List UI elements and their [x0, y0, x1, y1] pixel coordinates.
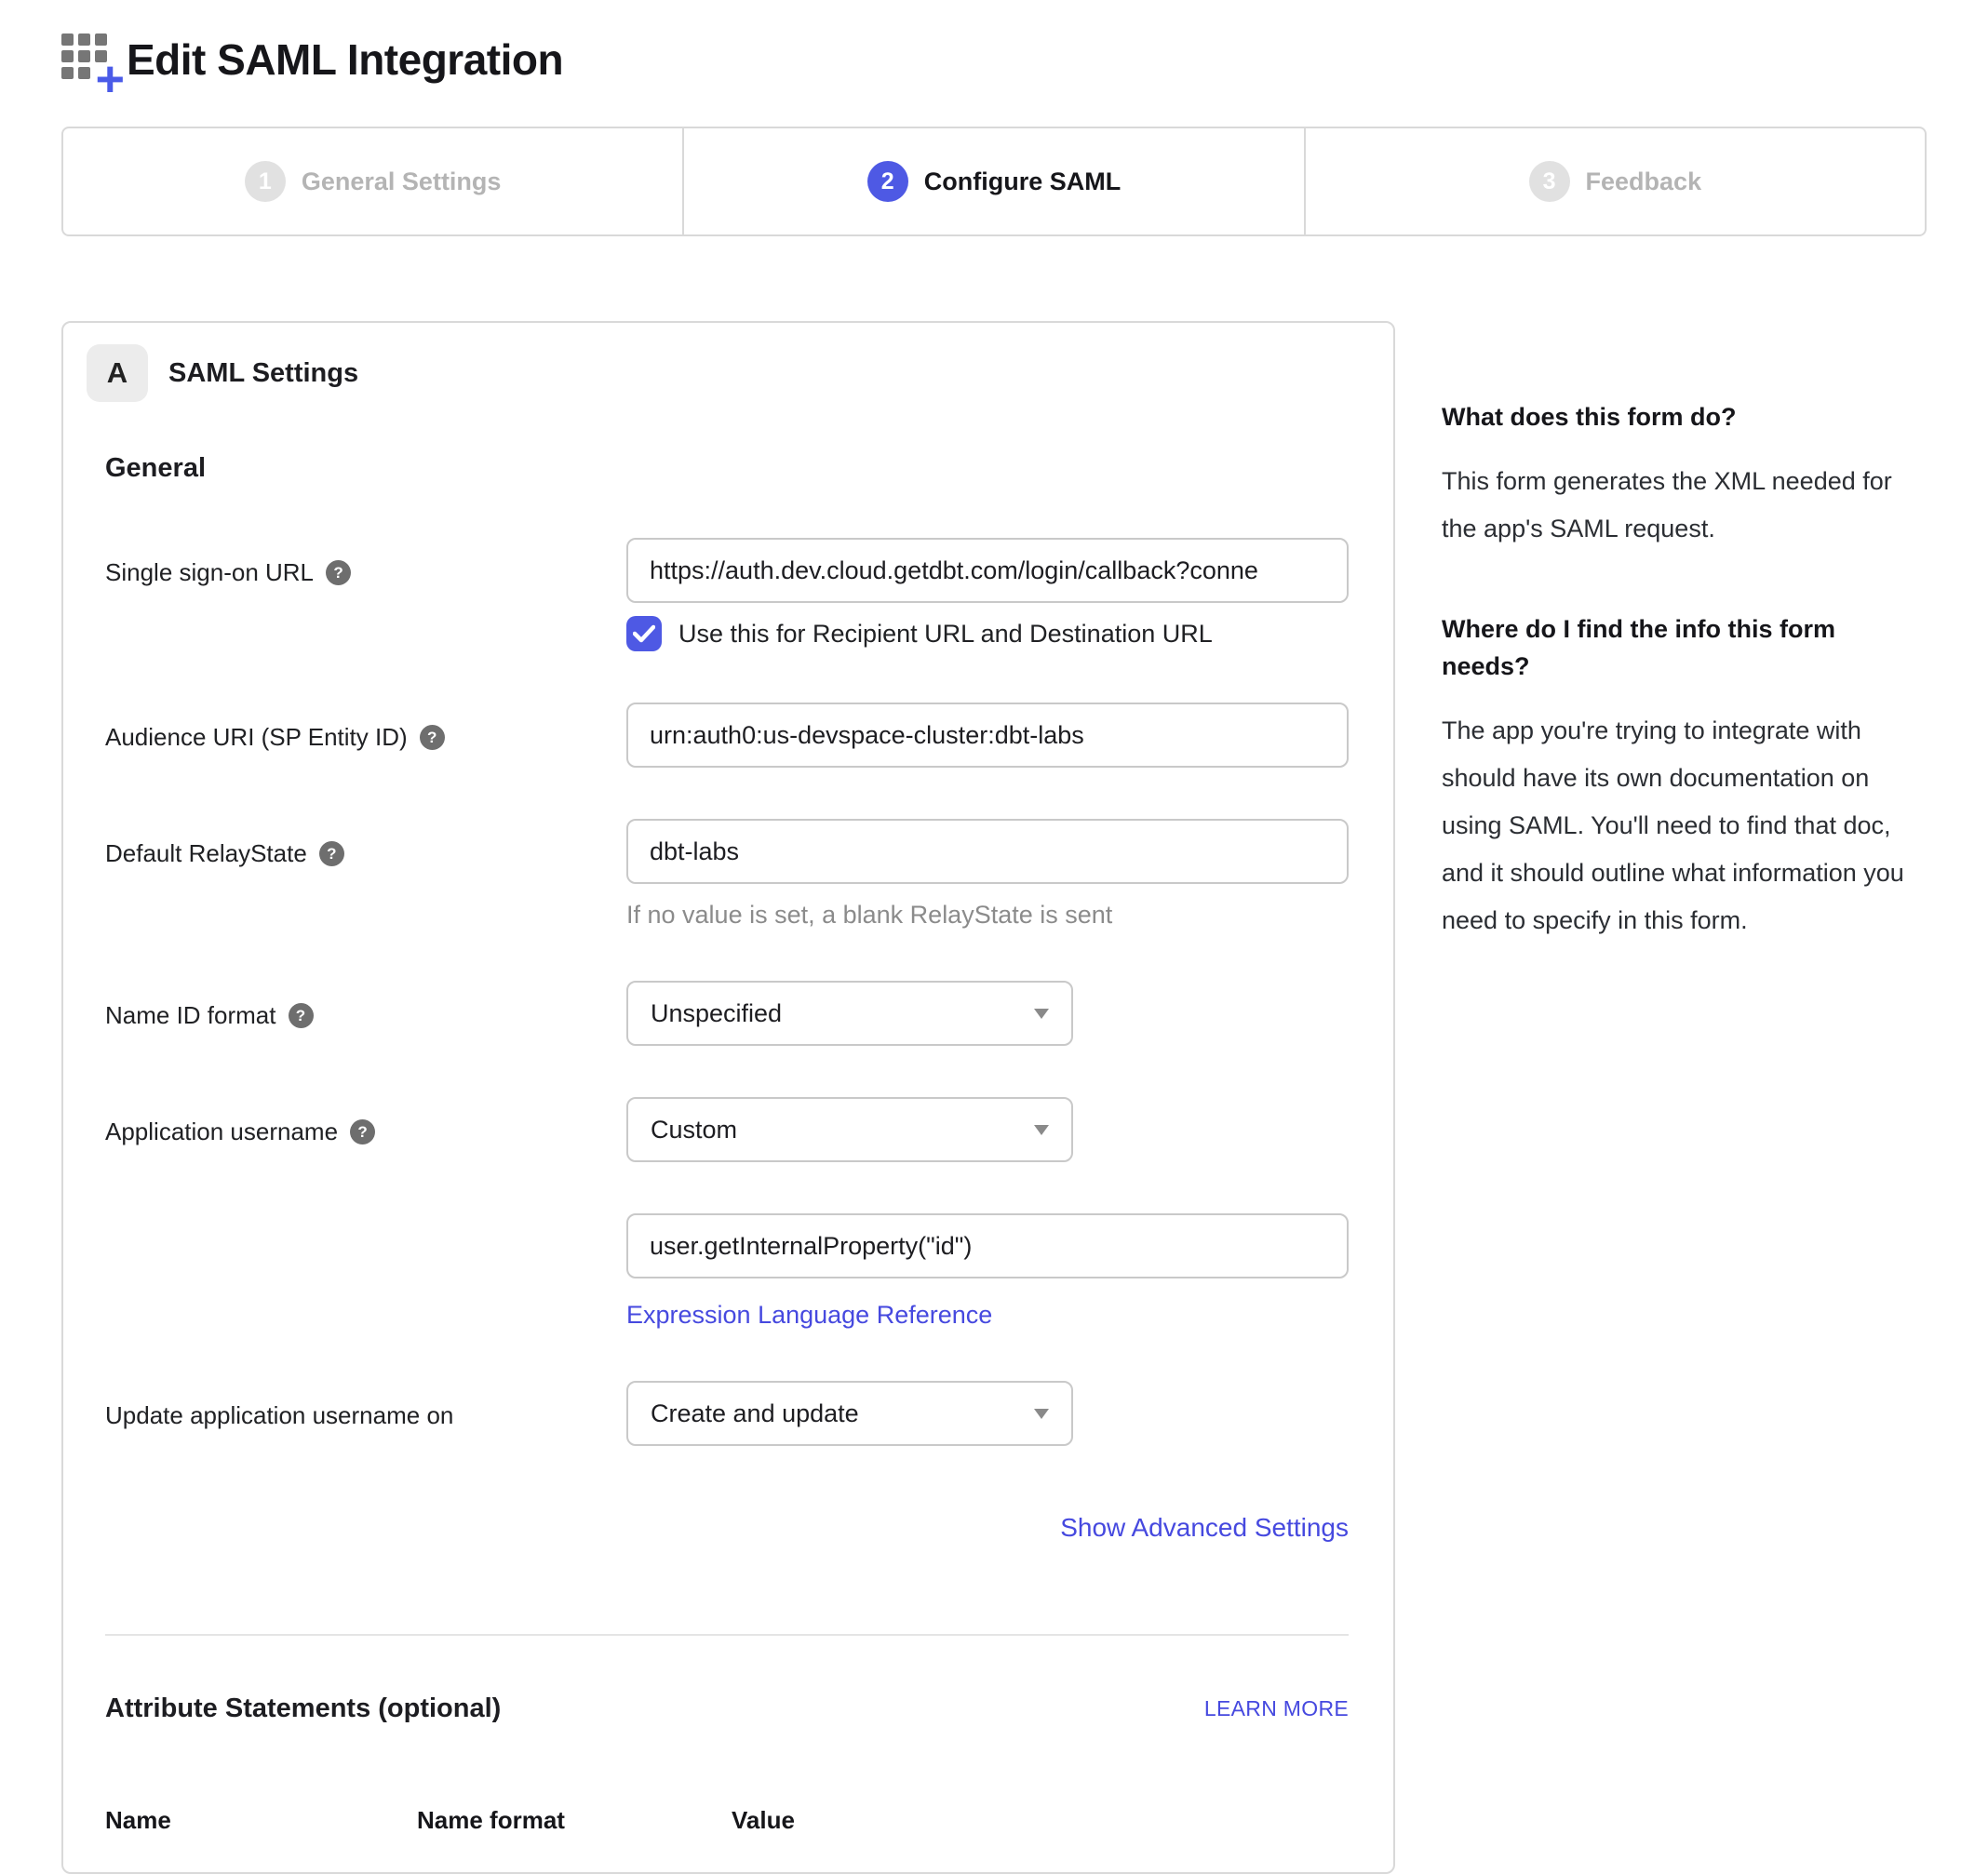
selected-value: Create and update — [651, 1399, 859, 1428]
chevron-down-icon — [1034, 1125, 1049, 1135]
help-sidebar: What does this form do? This form genera… — [1442, 321, 1926, 1002]
field-row-name-id-format: Name ID format ? Unspecified — [105, 981, 1349, 1046]
attribute-statements-title: Attribute Statements (optional) — [105, 1693, 501, 1724]
field-row-default-relaystate: Default RelayState ? dbt-labs If no valu… — [105, 819, 1349, 930]
application-username-select[interactable]: Custom — [626, 1097, 1073, 1162]
attribute-table-header: Name Name format Value — [105, 1806, 1349, 1835]
checkmark-icon — [633, 624, 655, 643]
recipient-url-checkbox-row: Use this for Recipient URL and Destinati… — [626, 616, 1349, 651]
page: + Edit SAML Integration 1 General Settin… — [0, 0, 1988, 1874]
update-app-username-select[interactable]: Create and update — [626, 1381, 1073, 1446]
sidebar-heading: Where do I find the info this form needs… — [1442, 610, 1926, 685]
name-id-format-select[interactable]: Unspecified — [626, 981, 1073, 1046]
audience-uri-input[interactable]: urn:auth0:us-devspace-cluster:dbt-labs — [626, 703, 1349, 768]
chevron-down-icon — [1034, 1009, 1049, 1019]
general-section-title: General — [105, 453, 1349, 484]
section-divider — [105, 1634, 1349, 1636]
expression-language-reference-link[interactable]: Expression Language Reference — [626, 1301, 992, 1330]
card-header: A SAML Settings — [87, 344, 1349, 402]
saml-settings-card: A SAML Settings General Single sign-on U… — [61, 321, 1395, 1874]
step-number-badge: 1 — [245, 161, 286, 202]
step-number-badge: 2 — [867, 161, 908, 202]
learn-more-link[interactable]: LEARN MORE — [1204, 1696, 1349, 1721]
sidebar-paragraph: This form generates the XML needed for t… — [1442, 458, 1926, 553]
checkbox-label[interactable]: Use this for Recipient URL and Destinati… — [678, 620, 1213, 649]
field-label: Update application username on — [105, 1381, 626, 1446]
show-advanced-settings-link[interactable]: Show Advanced Settings — [1060, 1513, 1349, 1542]
selected-value: Custom — [651, 1116, 737, 1144]
app-grid-plus-icon: + — [61, 33, 117, 91]
field-row-update-app-username: Update application username on Create an… — [105, 1381, 1349, 1446]
field-label: Audience URI (SP Entity ID) ? — [105, 703, 626, 768]
field-row-custom-expression: user.getInternalProperty("id") Expressio… — [105, 1213, 1349, 1330]
default-relaystate-input[interactable]: dbt-labs — [626, 819, 1349, 884]
field-row-application-username: Application username ? Custom — [105, 1097, 1349, 1162]
wizard-step-configure-saml[interactable]: 2 Configure SAML — [682, 128, 1303, 234]
sso-url-input[interactable]: https://auth.dev.cloud.getdbt.com/login/… — [626, 538, 1349, 603]
step-wizard: 1 General Settings 2 Configure SAML 3 Fe… — [61, 127, 1927, 236]
wizard-step-general-settings[interactable]: 1 General Settings — [63, 128, 682, 234]
help-icon[interactable]: ? — [326, 560, 351, 585]
chevron-down-icon — [1034, 1409, 1049, 1419]
column-header-name: Name — [105, 1806, 417, 1835]
help-icon[interactable]: ? — [420, 725, 445, 750]
field-row-sso-url: Single sign-on URL ? https://auth.dev.cl… — [105, 538, 1349, 651]
field-row-audience-uri: Audience URI (SP Entity ID) ? urn:auth0:… — [105, 703, 1349, 768]
help-icon[interactable]: ? — [319, 841, 344, 866]
help-icon[interactable]: ? — [350, 1119, 375, 1144]
plus-icon: + — [95, 54, 125, 104]
page-title: Edit SAML Integration — [127, 34, 563, 85]
sidebar-heading: What does this form do? — [1442, 398, 1926, 435]
wizard-step-feedback[interactable]: 3 Feedback — [1304, 128, 1925, 234]
custom-expression-input[interactable]: user.getInternalProperty("id") — [626, 1213, 1349, 1278]
checked-checkbox[interactable] — [626, 616, 662, 651]
field-label: Name ID format ? — [105, 981, 626, 1046]
selected-value: Unspecified — [651, 999, 782, 1028]
column-header-name-format: Name format — [417, 1806, 732, 1835]
page-header: + Edit SAML Integration — [61, 0, 1927, 91]
field-label: Single sign-on URL ? — [105, 538, 626, 651]
field-label: Default RelayState ? — [105, 819, 626, 930]
section-a-badge: A — [87, 344, 148, 402]
step-label: Configure SAML — [924, 167, 1121, 196]
column-header-value: Value — [732, 1806, 1349, 1835]
relaystate-hint: If no value is set, a blank RelayState i… — [626, 901, 1349, 930]
help-icon[interactable]: ? — [289, 1003, 314, 1028]
card-title: SAML Settings — [168, 358, 358, 389]
step-label: General Settings — [302, 167, 502, 196]
step-number-badge: 3 — [1529, 161, 1570, 202]
step-label: Feedback — [1586, 167, 1702, 196]
sidebar-paragraph: The app you're trying to integrate with … — [1442, 707, 1926, 944]
field-label: Application username ? — [105, 1097, 626, 1162]
